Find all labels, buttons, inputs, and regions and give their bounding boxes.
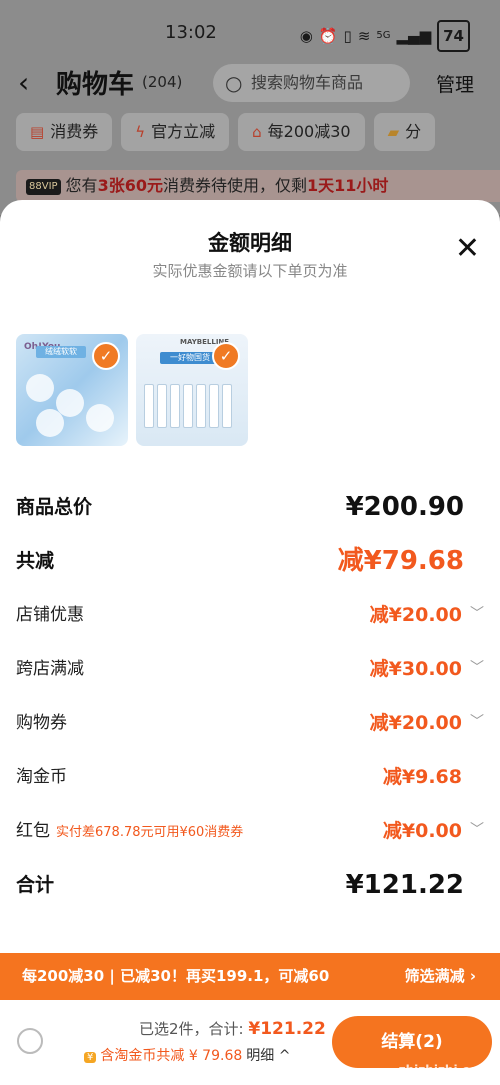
banner-text: 您有 [65,176,98,195]
row-value: ¥121.22 [345,870,464,900]
signal-icon: ▂▄▆ [396,27,432,45]
row-label: 合计 [16,874,55,896]
fluff-shape [36,409,64,437]
product-thumbnail[interactable]: MAYBELLINE 一好物国货 ✓ [136,334,248,446]
status-time: 13:02 [165,22,217,43]
page-title: 购物车 [56,70,135,100]
sheet-title: 金额明细 [208,231,292,255]
watermark: zhizhizhi.com [398,1063,490,1077]
lightning-icon: ϟ [135,123,146,141]
eye-icon: ◉ [299,27,313,45]
chip-category[interactable]: ▰ 分 [373,113,436,151]
row-value: 减¥0.00 [382,820,462,842]
row-value: 减¥30.00 [369,658,462,680]
chip-label: 官方立减 [151,122,216,141]
nav-bar: ‹ 购物车 (204) ○ 搜索购物车商品 管理 [0,62,500,106]
coin-summary[interactable]: ¥ 含淘金币共减 ¥ 79.68 明细 ^ [84,1045,290,1065]
coupon-icon: ▤ [30,123,45,141]
row-label: 淘金币 [16,767,67,787]
row-total: 合计 ¥121.22 [16,870,484,900]
filter-chips: ▤ 消费券 ϟ 官方立减 ⌂ 每200减30 ▰ 分 [16,113,436,151]
selection-summary: 已选2件，合计: ¥121.22 [139,1018,326,1039]
row-value: 减¥20.00 [369,712,462,734]
search-input[interactable]: ○ 搜索购物车商品 [213,64,410,102]
chevron-down-icon[interactable]: ﹀ [470,600,484,628]
details-toggle[interactable]: 明细 ^ [246,1048,290,1064]
product-thumbnail[interactable]: Oh!You 绒绒软软 ✓ [16,334,128,446]
row-cross-store[interactable]: 跨店满减 减¥30.00 ﹀ [16,654,484,684]
status-bar: 13:02 ◉ ⏰ ▯ ≋ 5G ▂▄▆ 74 [0,20,500,52]
coin-icon: ¥ [84,1052,97,1063]
banner-highlight: 1天11小时 [306,176,389,195]
network-label: 5G [376,30,391,41]
row-subtotal: 商品总价 ¥200.90 [16,492,484,522]
folder-icon: ▰ [387,123,400,141]
row-label: 店铺优惠 [16,605,84,625]
chip-official[interactable]: ϟ 官方立减 [121,113,230,151]
chevron-down-icon[interactable]: ﹀ [470,708,484,736]
row-label: 红包 [16,821,50,841]
row-label: 购物券 [16,713,67,733]
vip-badge: 88VIP [26,179,61,195]
alarm-icon: ⏰ [318,27,338,45]
row-value: 减¥20.00 [369,604,462,626]
row-shopping-coupon[interactable]: 购物券 减¥20.00 ﹀ [16,708,484,738]
row-taojinbi: 淘金币 减¥9.68 [16,762,484,792]
banner-highlight: 3张60元 [97,176,163,195]
search-icon: ○ [225,71,243,95]
product-band: 绒绒软软 [36,346,86,358]
row-value: 减¥9.68 [382,766,462,788]
close-icon[interactable]: ✕ [455,234,480,264]
row-value: ¥200.90 [345,492,464,522]
bottles-image [144,384,232,428]
chip-label: 每200减30 [267,122,351,141]
manage-button[interactable]: 管理 [436,70,474,97]
total-amount: ¥121.22 [248,1019,326,1039]
row-red-packet[interactable]: 红包 实付差678.78元可用¥60消费券 减¥0.00 ﹀ [16,816,484,846]
checkmark-icon[interactable]: ✓ [212,342,240,370]
banner-text: 消费券待使用，仅剩 [162,176,307,195]
amount-detail-sheet: 金额明细 实际优惠金额请以下单页为准 ✕ Oh!You 绒绒软软 ✓ MAYBE… [0,200,500,1085]
vibrate-icon: ▯ [343,27,352,45]
row-label: 商品总价 [16,496,93,518]
total-label: 合计: [208,1020,249,1038]
row-note: 实付差678.78元可用¥60消费券 [56,825,244,840]
coupon-banner[interactable]: 88VIP 您有3张60元消费券待使用，仅剩1天11小时 [16,170,500,202]
fluff-shape [26,374,54,402]
row-store-discount[interactable]: 店铺优惠 减¥20.00 ﹀ [16,600,484,630]
status-icons: ◉ ⏰ ▯ ≋ 5G ▂▄▆ 74 [300,20,470,52]
selected-count: 已选2件， [139,1020,209,1038]
row-label: 跨店满减 [16,659,84,679]
search-placeholder: 搜索购物车商品 [251,73,364,92]
sheet-subtitle: 实际优惠金额请以下单页为准 [152,262,348,280]
chip-label: 分 [405,122,422,141]
promo-bar[interactable]: 每200减30 | 已减30！再买199.1，可减60 筛选满减 › [0,953,500,1000]
store-icon: ⌂ [252,123,262,141]
battery-icon: 74 [437,20,470,52]
chevron-down-icon[interactable]: ﹀ [470,816,484,844]
row-label-wrap: 红包 实付差678.78元可用¥60消费券 [16,816,243,848]
settle-button[interactable]: 结算(2) [332,1016,492,1068]
chip-coupon[interactable]: ▤ 消费券 [16,113,113,151]
checkout-footer: 已选2件，合计: ¥121.22 ¥ 含淘金币共减 ¥ 79.68 明细 ^ 结算(… [0,1000,500,1085]
chevron-down-icon[interactable]: ﹀ [470,654,484,682]
promo-text: 每200减30 | 已减30！再买199.1，可减60 [22,967,330,985]
coin-text: 含淘金币共减 ¥ 79.68 [100,1048,243,1064]
row-value: 减¥79.68 [337,546,464,576]
product-band: 一好物国货 [160,352,220,364]
filter-discount-link[interactable]: 筛选满减 › [405,953,476,1000]
fluff-shape [86,404,114,432]
wifi-icon: ≋ [357,27,371,45]
row-label: 共减 [16,550,55,572]
select-all-radio[interactable] [17,1028,43,1054]
checkmark-icon[interactable]: ✓ [92,342,120,370]
chip-label: 消费券 [50,122,99,141]
chevron-left-icon[interactable]: ‹ [18,66,29,99]
chip-store[interactable]: ⌂ 每200减30 [238,113,365,151]
cart-count: (204) [142,73,183,91]
row-total-discount: 共减 减¥79.68 [16,546,484,576]
